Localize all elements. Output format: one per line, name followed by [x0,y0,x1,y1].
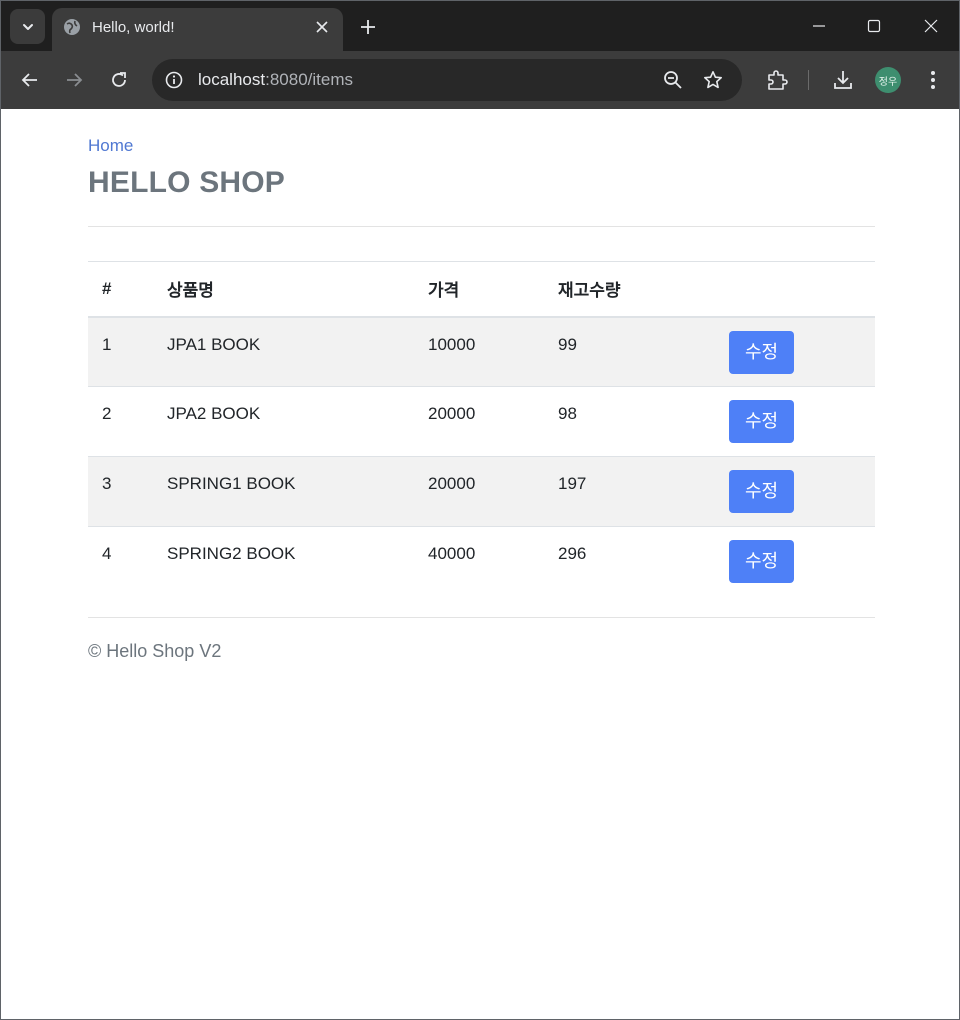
page-content: Home HELLO SHOP # 상품명 가격 재고수량 1 JPA1 BOO… [1,109,959,1019]
page-title: HELLO SHOP [88,166,286,199]
maximize-icon [867,19,881,33]
tab-title: Hello, world! [92,19,175,36]
cell-name: SPRING2 BOOK [153,526,414,597]
cell-id: 2 [88,386,153,457]
cell-id: 3 [88,456,153,527]
cell-id: 1 [88,316,153,387]
zoom-button[interactable] [659,66,687,94]
url-path: :8080/items [265,70,353,89]
globe-icon [64,19,80,35]
minimize-button[interactable] [804,11,834,41]
tab-strip: Hello, world! [1,1,959,51]
tab-close-button[interactable] [311,16,333,38]
cell-name: JPA1 BOOK [153,316,414,387]
close-icon [924,19,938,33]
cell-name: SPRING1 BOOK [153,456,414,527]
table-row: 1 JPA1 BOOK 10000 99 수정 [88,316,875,387]
table-row: 3 SPRING1 BOOK 20000 197 수정 [88,456,875,527]
column-header-stock: 재고수량 [544,261,715,318]
menu-button[interactable] [919,66,947,94]
reload-icon [112,72,126,87]
items-table: # 상품명 가격 재고수량 1 JPA1 BOOK 10000 99 수정 2 [88,261,875,597]
back-button[interactable] [16,66,44,94]
download-icon [834,71,852,89]
table-header-row: # 상품명 가격 재고수량 [88,261,875,318]
toolbar-divider [808,70,809,90]
cell-name: JPA2 BOOK [153,386,414,457]
arrow-left-icon [21,73,37,87]
cell-action: 수정 [715,456,875,527]
cell-action: 수정 [715,526,875,597]
cell-stock: 98 [544,386,715,457]
arrow-right-icon [67,73,83,87]
cell-stock: 296 [544,526,715,597]
close-icon [316,21,328,33]
more-vertical-icon [931,71,935,89]
table-row: 2 JPA2 BOOK 20000 98 수정 [88,386,875,457]
downloads-button[interactable] [829,66,857,94]
cell-price: 40000 [414,526,544,597]
close-window-button[interactable] [916,11,946,41]
maximize-button[interactable] [859,11,889,41]
cell-stock: 197 [544,456,715,527]
reload-button[interactable] [105,66,133,94]
footer-text: © Hello Shop V2 [88,641,222,661]
tab-search-button[interactable] [10,9,45,44]
cell-stock: 99 [544,316,715,387]
url-text: localhost:8080/items [198,70,353,90]
info-icon [165,71,183,89]
forward-button[interactable] [60,66,88,94]
footer-divider [88,617,875,618]
profile-avatar[interactable]: 정우 [875,67,901,93]
chevron-down-icon [22,23,33,30]
new-tab-button[interactable] [355,14,381,40]
site-info-button[interactable] [161,67,187,93]
column-header-name: 상품명 [153,261,414,318]
plus-icon [361,20,375,34]
cell-price: 20000 [414,386,544,457]
edit-button[interactable]: 수정 [729,330,794,374]
header-divider [88,226,875,227]
edit-button[interactable]: 수정 [729,470,794,513]
cell-price: 20000 [414,456,544,527]
cell-action: 수정 [715,316,875,387]
table-row: 4 SPRING2 BOOK 40000 296 수정 [88,526,875,597]
url-host: localhost [198,70,266,89]
column-header-action [715,261,875,318]
edit-button[interactable]: 수정 [729,400,794,443]
edit-button[interactable]: 수정 [729,540,794,583]
minimize-icon [813,25,825,27]
puzzle-icon [768,70,788,90]
cell-price: 10000 [414,316,544,387]
active-tab[interactable]: Hello, world! [52,8,343,51]
star-icon [704,71,722,89]
bookmark-button[interactable] [699,66,727,94]
cell-id: 4 [88,526,153,597]
column-header-id: # [88,261,153,318]
browser-toolbar: localhost:8080/items 정우 [1,51,959,109]
zoom-out-icon [664,71,682,89]
address-bar[interactable]: localhost:8080/items [152,59,742,101]
column-header-price: 가격 [414,261,544,318]
extensions-button[interactable] [763,66,791,94]
cell-action: 수정 [715,386,875,457]
home-link[interactable]: Home [88,136,133,156]
